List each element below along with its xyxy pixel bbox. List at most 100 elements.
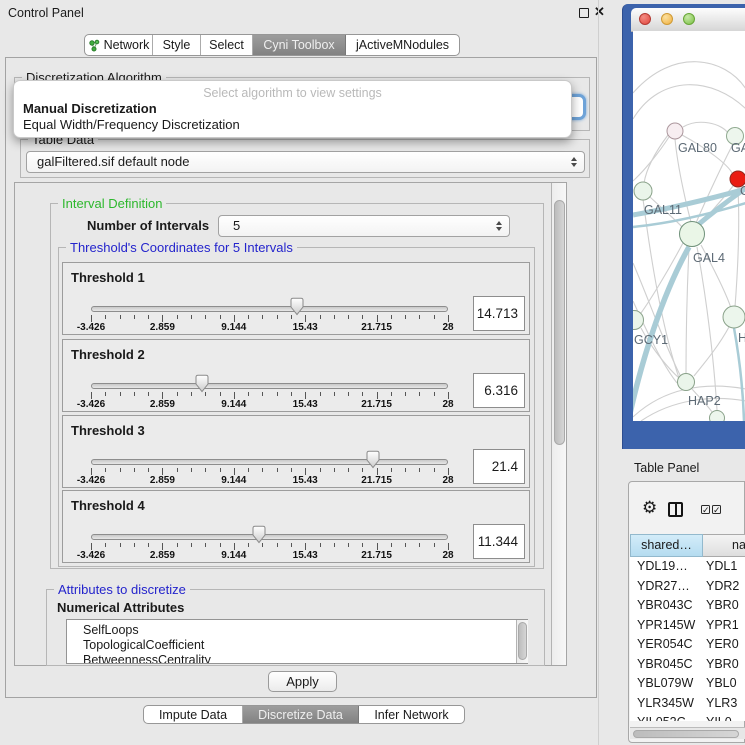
slider-thumb[interactable] xyxy=(194,374,210,393)
slider-tick-label: 15.43 xyxy=(280,322,330,333)
network-node[interactable] xyxy=(710,411,725,422)
slider-tick xyxy=(91,543,92,550)
tab-style[interactable]: Style xyxy=(153,35,201,55)
tab-impute-data-label: Impute Data xyxy=(159,708,227,722)
slider-tick xyxy=(334,392,335,396)
network-window-frame: GAL80GACGAL11GAL4GCY1HHAP2 xyxy=(622,4,745,449)
slider-tick xyxy=(134,392,135,396)
slider-track[interactable] xyxy=(91,383,448,389)
threshold-label: Threshold 2 xyxy=(71,347,145,362)
slider-tick xyxy=(162,392,163,399)
network-icon xyxy=(88,39,100,52)
slider-tick xyxy=(362,315,363,319)
panel-divider xyxy=(598,0,599,745)
split-columns-icon[interactable] xyxy=(668,502,683,517)
cell-shared-name: YBL079W xyxy=(637,674,693,694)
slider-tick-label: 15.43 xyxy=(280,475,330,486)
num-intervals-spinner[interactable]: 5 xyxy=(218,215,510,237)
slider-tick-label: -3.426 xyxy=(66,550,116,561)
table-data-combo[interactable]: galFiltered.sif default node xyxy=(26,151,585,173)
table-row[interactable]: YBR043CYBR0 xyxy=(630,596,745,616)
network-node[interactable] xyxy=(633,311,644,330)
slider-tick xyxy=(134,315,135,319)
table-row[interactable]: YBR045CYBR0 xyxy=(630,655,745,675)
slider-tick xyxy=(320,543,321,547)
vertical-scrollbar-thumb[interactable] xyxy=(554,200,565,445)
column-header-name[interactable]: na xyxy=(703,534,745,557)
table-row[interactable]: YDR27…YDR2 xyxy=(630,577,745,597)
numeric-attribute-item[interactable]: TopologicalCoefficient xyxy=(67,638,527,653)
threshold-label: Threshold 4 xyxy=(71,498,145,513)
vertical-scrollbar[interactable] xyxy=(551,183,566,665)
gear-icon[interactable]: ⚙ xyxy=(642,499,657,516)
checkbox-icon-1[interactable]: ✓ xyxy=(701,505,710,514)
tab-network[interactable]: Network xyxy=(85,35,153,55)
attributes-list-scrollbar-thumb[interactable] xyxy=(518,622,527,660)
tab-impute-data[interactable]: Impute Data xyxy=(144,706,243,723)
table-row[interactable]: YIL052CYIL0 xyxy=(630,713,745,721)
minimize-traffic-light[interactable] xyxy=(661,13,673,25)
algorithm-popup: Select algorithm to view settings Manual… xyxy=(13,80,572,138)
popup-option-manual[interactable]: Manual Discretization xyxy=(17,100,163,117)
slider-thumb[interactable] xyxy=(251,525,267,544)
network-node[interactable] xyxy=(678,374,695,391)
slider-tick-label: -3.426 xyxy=(66,399,116,410)
network-canvas[interactable]: GAL80GACGAL11GAL4GCY1HHAP2 xyxy=(633,31,745,421)
network-node[interactable] xyxy=(667,123,683,139)
close-traffic-light[interactable] xyxy=(639,13,651,25)
network-node[interactable] xyxy=(680,222,705,247)
threshold-value-field[interactable]: 21.4 xyxy=(473,449,525,484)
slider-tick xyxy=(320,468,321,472)
cell-name: YLR3 xyxy=(706,694,737,714)
network-node[interactable] xyxy=(723,306,745,328)
tab-jactivemnodules[interactable]: jActiveMNodules xyxy=(346,35,459,55)
network-node-label: GAL4 xyxy=(693,251,725,265)
network-node-label: GCY1 xyxy=(634,333,668,347)
network-window-titlebar[interactable] xyxy=(631,8,745,32)
slider-track[interactable] xyxy=(91,306,448,312)
tab-discretize-data[interactable]: Discretize Data xyxy=(243,706,359,723)
table-hscrollbar[interactable] xyxy=(630,727,745,739)
slider-thumb[interactable] xyxy=(365,450,381,469)
slider-track[interactable] xyxy=(91,459,448,465)
slider-tick xyxy=(277,468,278,472)
slider-tick-label: 21.715 xyxy=(352,475,402,486)
table-hscrollbar-thumb[interactable] xyxy=(633,730,739,738)
network-node[interactable] xyxy=(634,182,652,200)
float-window-icon[interactable] xyxy=(579,8,589,18)
popup-option-equal-width[interactable]: Equal Width/Frequency Discretization xyxy=(17,116,246,133)
slider-tick xyxy=(391,315,392,319)
slider-tick xyxy=(177,315,178,319)
network-node-label: HAP2 xyxy=(688,394,721,408)
slider-tick xyxy=(334,315,335,319)
table-row[interactable]: YPR145WYPR1 xyxy=(630,616,745,636)
table-row[interactable]: YER054CYER0 xyxy=(630,635,745,655)
column-header-shared-name[interactable]: shared… xyxy=(630,534,703,557)
tab-infer-network[interactable]: Infer Network xyxy=(359,706,464,723)
table-row[interactable]: YBL079WYBL0 xyxy=(630,674,745,694)
apply-button[interactable]: Apply xyxy=(268,671,337,692)
attributes-group-title: Attributes to discretize xyxy=(54,582,190,597)
threshold-value-field[interactable]: 6.316 xyxy=(473,373,525,408)
close-icon[interactable]: ✕ xyxy=(594,4,605,20)
slider-tick-label: 2.859 xyxy=(137,475,187,486)
numeric-attribute-item[interactable]: SelfLoops xyxy=(67,623,527,638)
bottom-tab-bar: Impute Data Discretize Data Infer Networ… xyxy=(143,705,465,724)
numeric-attribute-item[interactable]: BetweennessCentrality xyxy=(67,653,527,664)
thresholds-group-title: Threshold's Coordinates for 5 Intervals xyxy=(66,240,297,255)
numerical-attributes-list[interactable]: SelfLoopsTopologicalCoefficientBetweenne… xyxy=(66,619,528,664)
threshold-value-field[interactable]: 11.344 xyxy=(473,524,525,559)
tab-cyni-toolbox[interactable]: Cyni Toolbox xyxy=(253,35,346,55)
attributes-list-scrollbar[interactable] xyxy=(516,620,528,663)
slider-tick xyxy=(205,543,206,547)
tab-select[interactable]: Select xyxy=(201,35,253,55)
checkbox-icon-2[interactable]: ✓ xyxy=(712,505,721,514)
zoom-traffic-light[interactable] xyxy=(683,13,695,25)
table-row[interactable]: YLR345WYLR3 xyxy=(630,694,745,714)
network-node-label: GAL80 xyxy=(678,141,717,155)
slider-thumb[interactable] xyxy=(289,297,305,316)
slider-track[interactable] xyxy=(91,534,448,540)
table-row[interactable]: YDL19…YDL1 xyxy=(630,557,745,577)
slider-tick-label: 15.43 xyxy=(280,550,330,561)
threshold-value-field[interactable]: 14.713 xyxy=(473,296,525,331)
